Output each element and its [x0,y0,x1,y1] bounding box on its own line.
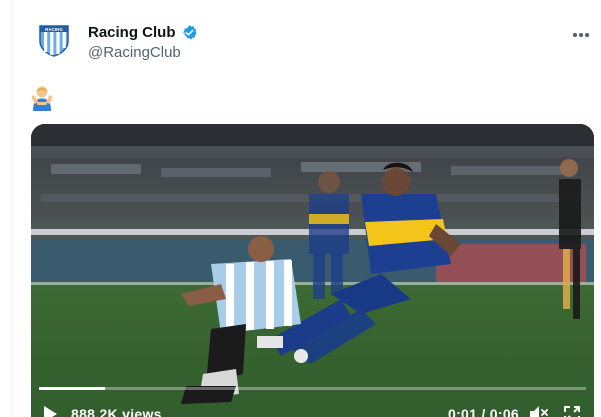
fullscreen-icon[interactable] [564,406,580,417]
video-controls: 888.2K views 0:01 / 0:06 [31,400,594,417]
tweet-text [31,85,53,111]
person-gesturing-ok-emoji [31,86,53,111]
video-time: 0:01 / 0:06 [447,406,519,417]
racing-club-crest-icon[interactable]: RACING [37,23,71,57]
timeline-border [11,0,12,417]
more-options-icon[interactable] [569,23,593,47]
video-progress-bar[interactable] [39,387,586,390]
dot [585,33,589,37]
dot [579,33,583,37]
video-frame[interactable] [31,124,594,417]
play-icon[interactable] [43,406,57,417]
display-name[interactable]: Racing Club [88,24,176,41]
tweet-header: RACING Racing Club @RacingClub [37,19,601,69]
display-name-row: Racing Club [88,21,198,43]
verified-badge-icon[interactable] [181,24,198,41]
view-count: 888.2K views [71,406,162,417]
user-handle[interactable]: @RacingClub [88,44,198,61]
video-player[interactable]: 888.2K views 0:01 / 0:06 [31,124,594,417]
volume-icon[interactable] [530,406,548,417]
dot [573,33,577,37]
svg-text:RACING: RACING [45,27,63,32]
video-progress-fill [39,387,105,390]
user-info: Racing Club @RacingClub [88,21,198,61]
